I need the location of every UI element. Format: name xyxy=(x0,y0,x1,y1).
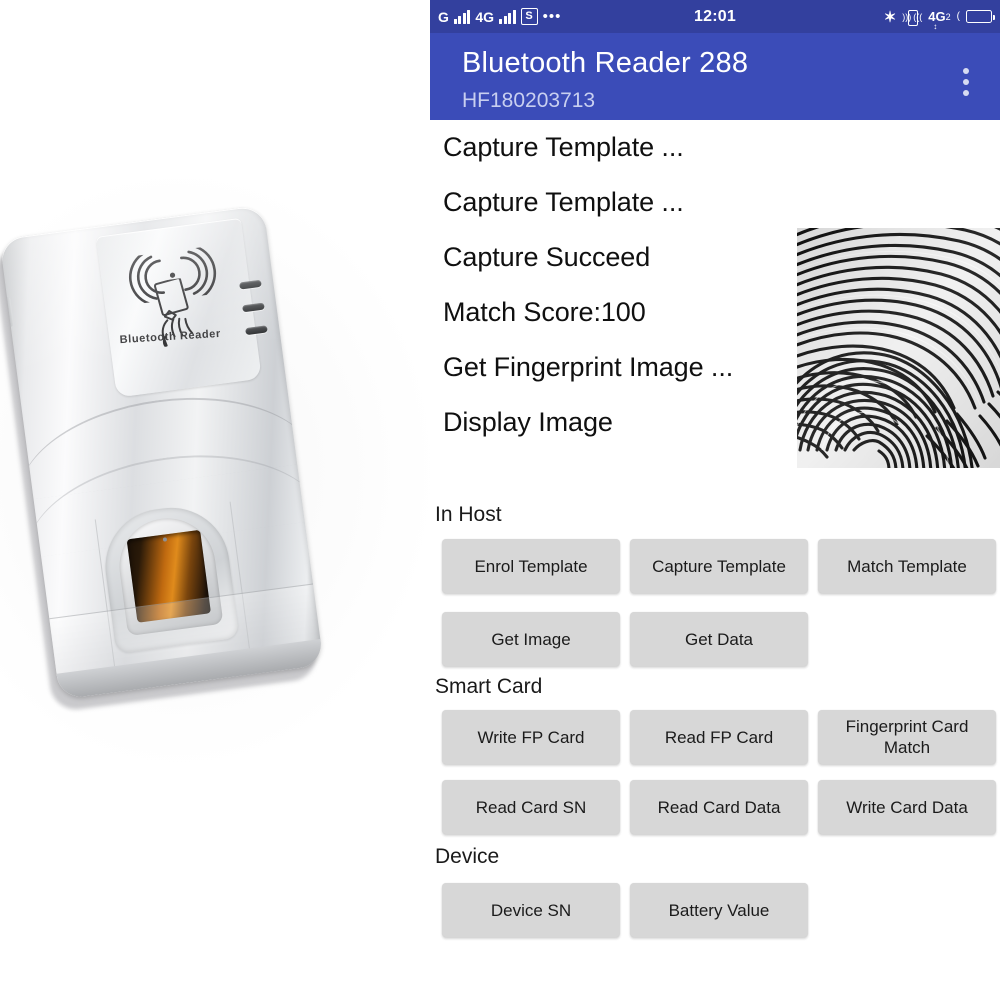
bluetooth-icon: ✶ xyxy=(883,8,897,26)
button-capture-template[interactable]: Capture Template xyxy=(630,539,808,593)
button-device-sn[interactable]: Device SN xyxy=(442,883,620,937)
section-label-in-host: In Host xyxy=(435,503,502,526)
device-led-1 xyxy=(239,279,262,290)
button-enrol-template[interactable]: Enrol Template xyxy=(442,539,620,593)
battery-tick-icon: ( xyxy=(956,11,960,22)
button-fingerprint-card-match[interactable]: Fingerprint Card Match xyxy=(818,710,996,764)
fingerprint-ridges-image xyxy=(797,228,1000,468)
rfid-panel: Bluetooth Reader xyxy=(95,217,262,398)
app-bar: Bluetooth Reader 288 HF180203713 xyxy=(430,33,1000,120)
log-line: Display Image xyxy=(443,407,613,437)
section-label-smart-card: Smart Card xyxy=(435,675,543,698)
device-led-2 xyxy=(242,302,265,313)
battery-icon xyxy=(966,10,995,23)
status-log-list: Capture Template ... Capture Template ..… xyxy=(430,120,790,450)
button-match-template[interactable]: Match Template xyxy=(818,539,996,593)
app-title: Bluetooth Reader 288 xyxy=(462,47,749,79)
button-read-card-sn[interactable]: Read Card SN xyxy=(442,780,620,834)
log-line: Capture Template ... xyxy=(443,132,684,162)
button-read-fp-card[interactable]: Read FP Card xyxy=(630,710,808,764)
log-line: Match Score:100 xyxy=(443,297,646,327)
overflow-dot-3 xyxy=(963,90,969,96)
log-line: Capture Succeed xyxy=(443,242,651,272)
button-battery-value[interactable]: Battery Value xyxy=(630,883,808,937)
product-photo: Bluetooth Reader xyxy=(0,0,430,1000)
vibrate-mode-icon: ))) ((( xyxy=(902,9,922,26)
overflow-dot-1 xyxy=(963,68,969,74)
device-led-3 xyxy=(245,325,268,336)
overflow-dot-2 xyxy=(963,79,969,85)
button-write-fp-card[interactable]: Write FP Card xyxy=(442,710,620,764)
phone-app-screenshot: G 4G S ••• 12:01 ✶ ))) ((( 4G 2 ↕ (Blue… xyxy=(430,0,1000,1000)
mobile-data-icon: 4G 2 ↕ xyxy=(928,8,951,31)
fingerprint-image-preview xyxy=(797,228,1000,468)
app-subtitle-device-serial: HF180203713 xyxy=(462,89,596,112)
button-get-data[interactable]: Get Data xyxy=(630,612,808,666)
button-get-image[interactable]: Get Image xyxy=(442,612,620,666)
overflow-menu-icon[interactable] xyxy=(954,65,978,99)
section-label-device: Device xyxy=(435,845,500,868)
button-write-card-data[interactable]: Write Card Data xyxy=(818,780,996,834)
log-line: Get Fingerprint Image ... xyxy=(443,352,734,382)
fingerprint-reader-device: Bluetooth Reader xyxy=(0,171,430,778)
button-read-card-data[interactable]: Read Card Data xyxy=(630,780,808,834)
log-line: Capture Template ... xyxy=(443,187,684,217)
status-bar-right: ✶ ))) ((( 4G 2 ↕ ( xyxy=(883,0,995,33)
status-bar: G 4G S ••• 12:01 ✶ ))) ((( 4G 2 ↕ ( xyxy=(430,0,1000,33)
